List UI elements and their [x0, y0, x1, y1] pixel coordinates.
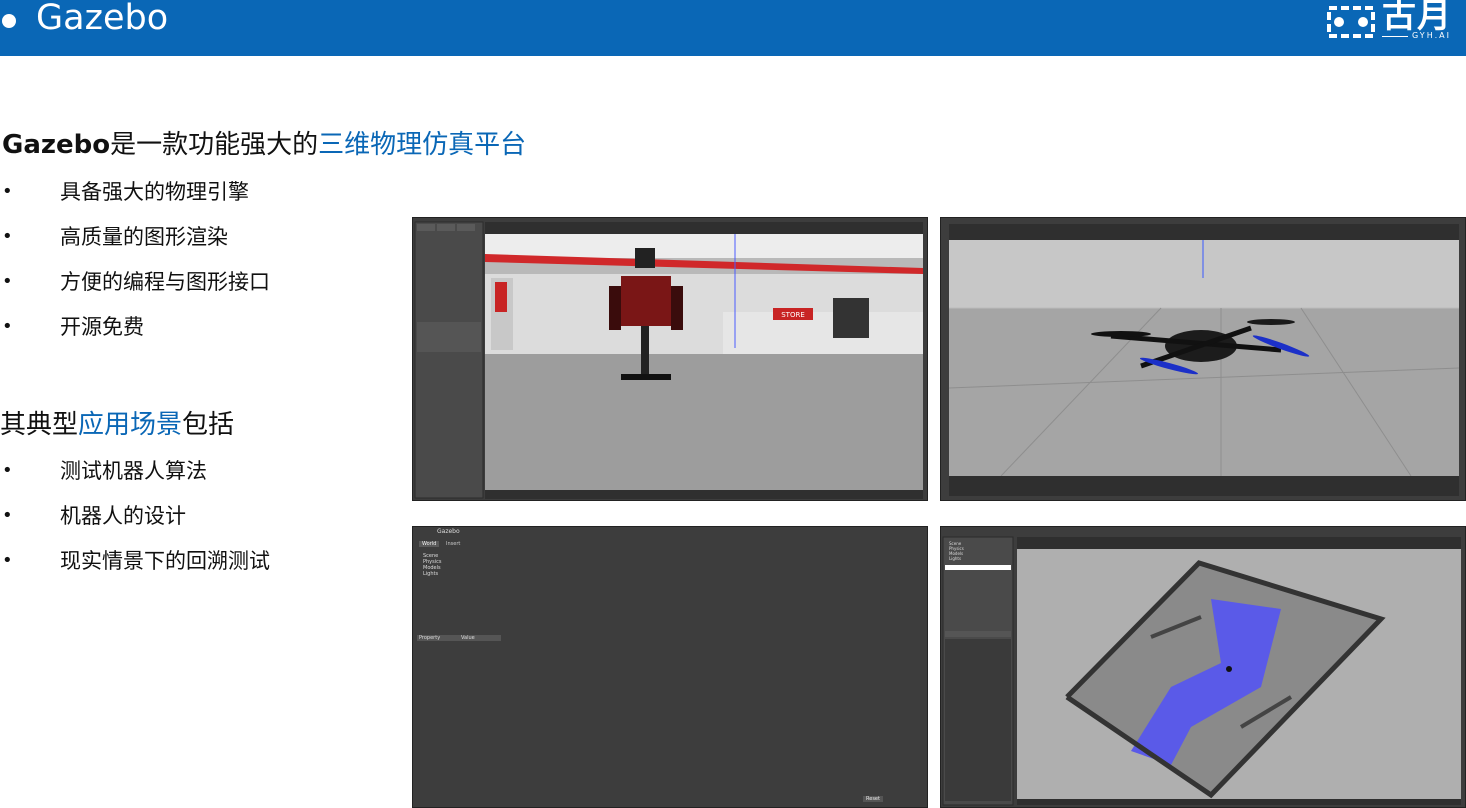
logo-rule	[1382, 36, 1408, 37]
bullet-dot-icon	[2, 14, 16, 28]
tree-item-lights[interactable]: Lights	[949, 556, 964, 561]
gazebo-screenshot-drone	[940, 217, 1466, 501]
gazebo-screenshot-robot: STORE	[412, 217, 928, 501]
robot-scene-image: STORE	[413, 218, 927, 500]
scene-tree: Scene Physics Models Lights	[423, 553, 442, 577]
tab-world[interactable]: World	[419, 541, 440, 547]
map-scene-image	[941, 527, 1465, 807]
section1-title: Gazebo是一款功能强大的三维物理仿真平台	[2, 128, 526, 162]
gazebo-screenshot-map: Scene Physics Models Lights	[940, 526, 1466, 808]
window-title: Gazebo	[437, 528, 460, 535]
property-header: Property Value	[417, 635, 501, 641]
header-bar: Gazebo 古月 GYH.AI	[0, 0, 1466, 56]
section2-title-suffix: 包括	[182, 410, 235, 440]
gazebo-screenshot-moon: Gazebo World Insert Scene Physics Models…	[412, 526, 928, 808]
moon-scene-image	[413, 527, 927, 807]
section2-title-highlight: 应用场景	[78, 410, 183, 440]
store-sign-text: STORE	[781, 311, 805, 319]
section1-title-prefix: Gazebo	[2, 130, 111, 160]
logo: 古月 GYH.AI	[1326, 0, 1466, 46]
page-title: Gazebo	[36, 0, 169, 38]
scene-tree-2: Scene Physics Models Lights	[949, 541, 964, 561]
drone-scene-image	[941, 218, 1465, 500]
reset-button[interactable]: Reset	[863, 796, 883, 802]
section1-title-highlight: 三维物理仿真平台	[318, 130, 527, 160]
section2-title-prefix: 其典型	[0, 410, 79, 440]
section1-title-mid: 是一款功能强大的	[110, 130, 319, 160]
tab-insert[interactable]: Insert	[443, 541, 463, 547]
logo-sub-text: GYH.AI	[1412, 31, 1451, 40]
logo-mark-icon	[1327, 6, 1375, 38]
tree-item-lights[interactable]: Lights	[423, 571, 442, 577]
section2-title: 其典型应用场景包括	[0, 408, 234, 442]
